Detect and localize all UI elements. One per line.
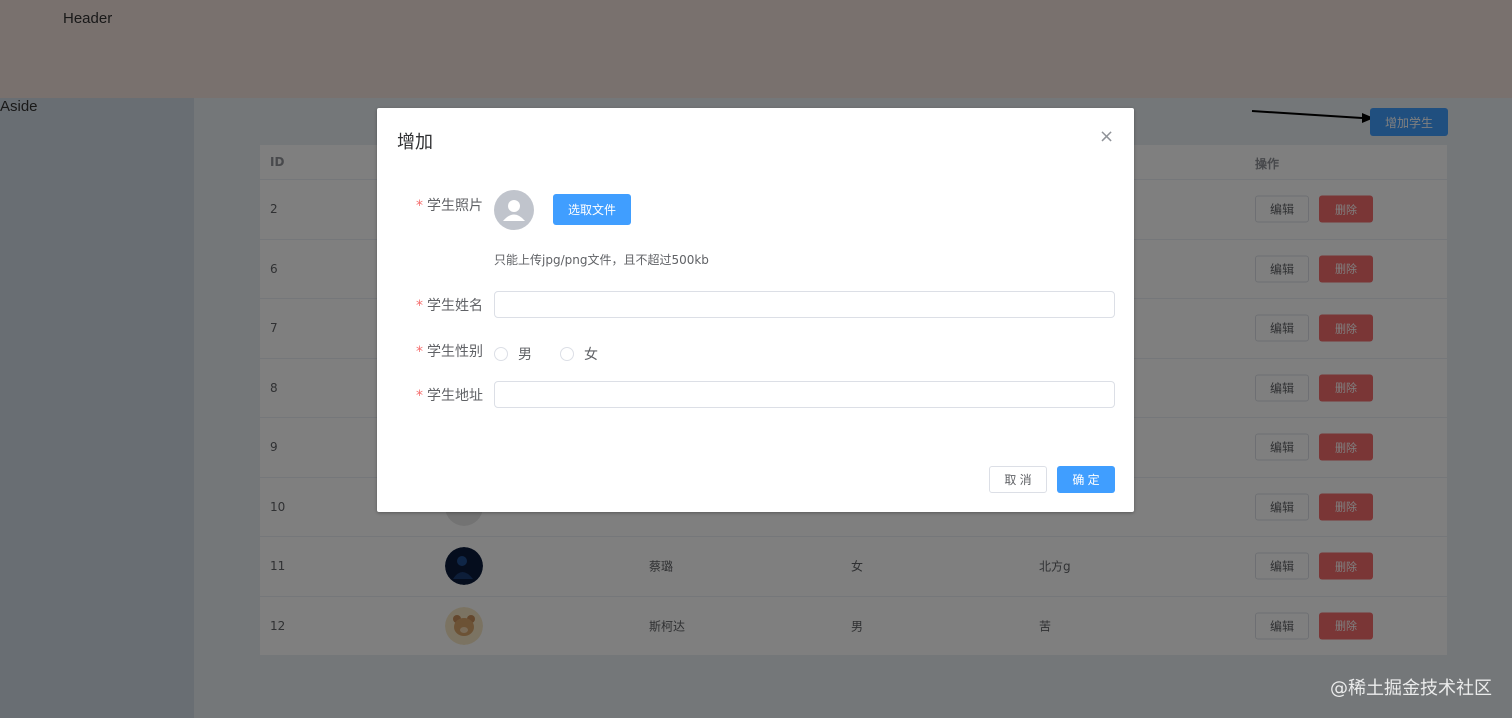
required-mark: * [416,198,423,214]
gender-radio-male[interactable]: 男 [494,344,532,364]
radio-label: 男 [518,347,532,363]
radio-label: 女 [584,347,598,363]
dialog-title: 增加 [397,132,433,153]
radio-circle[interactable] [560,347,574,361]
gender-label: * 学生性别 [377,341,483,361]
required-mark: * [416,298,423,314]
upload-tip: 只能上传jpg/png文件，且不超过500kb [494,253,709,267]
photo-label: * 学生照片 [377,195,483,215]
student-name-input[interactable] [494,291,1115,318]
watermark: @稀土掘金技术社区 [1330,678,1492,699]
name-label: * 学生姓名 [377,295,483,315]
required-mark: * [416,344,423,360]
add-student-dialog: 增加 × * 学生照片 选取文件 只能上传jpg/png文件，且不超过500kb … [377,108,1134,512]
radio-circle[interactable] [494,347,508,361]
gender-radio-female[interactable]: 女 [560,344,598,364]
pick-file-button[interactable]: 选取文件 [553,194,631,225]
user-icon [503,200,525,221]
close-icon[interactable]: × [1099,126,1114,147]
confirm-button[interactable]: 确 定 [1057,466,1115,493]
photo-label-text: 学生照片 [427,198,483,214]
required-mark: * [416,388,423,404]
address-label-text: 学生地址 [427,388,483,404]
name-label-text: 学生姓名 [427,298,483,314]
cancel-button[interactable]: 取 消 [989,466,1047,493]
address-label: * 学生地址 [377,385,483,405]
student-address-input[interactable] [494,381,1115,408]
upload-avatar-placeholder [494,190,534,230]
gender-label-text: 学生性别 [427,344,483,360]
